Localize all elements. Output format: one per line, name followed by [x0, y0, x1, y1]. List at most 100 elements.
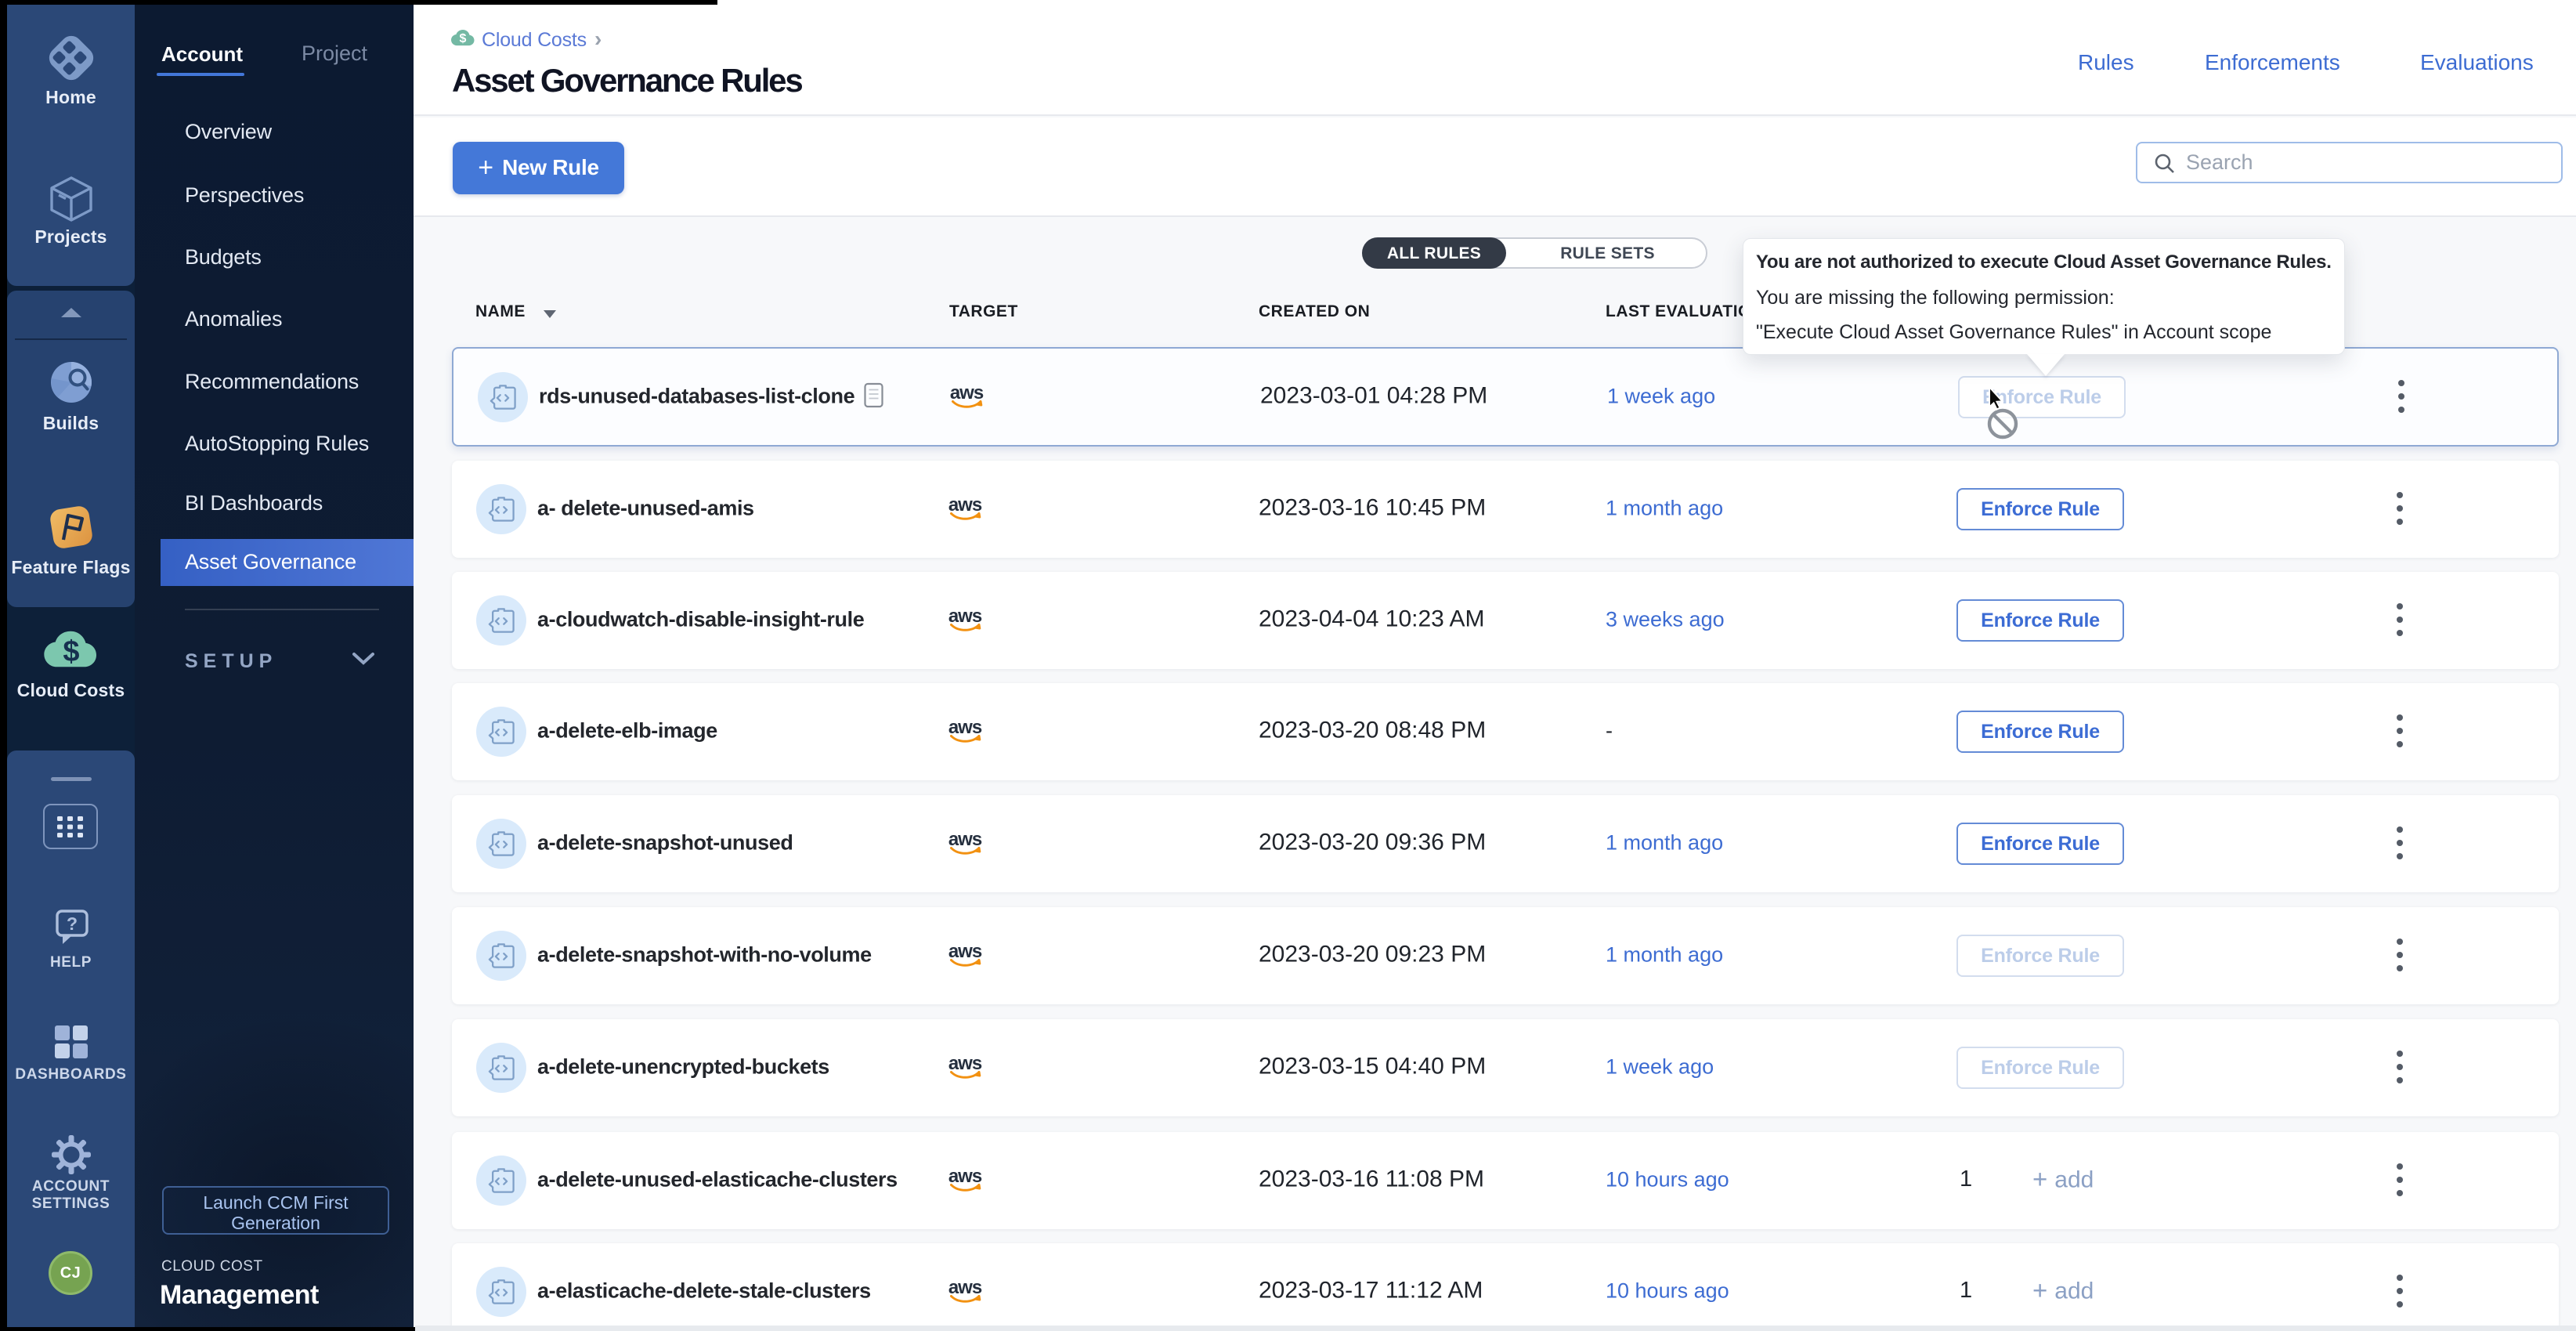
- nav-account-settings-label2: SETTINGS: [7, 1195, 135, 1213]
- kebab-dot-icon: [2397, 1163, 2403, 1170]
- rule-icon: [476, 1156, 526, 1206]
- breadcrumb-cloud-costs[interactable]: Cloud Costs: [482, 29, 587, 52]
- sidebar-item-overview[interactable]: Overview: [185, 120, 272, 144]
- module-grid-button[interactable]: [43, 804, 98, 849]
- last-evaluation-link[interactable]: 1 month ago: [1606, 942, 1723, 967]
- rule-name[interactable]: a-elasticache-delete-stale-clusters: [537, 1279, 871, 1303]
- breadcrumb-chevron-icon: ›: [594, 27, 602, 52]
- last-evaluation-link[interactable]: 10 hours ago: [1606, 1167, 1729, 1192]
- nav-enforcements[interactable]: Enforcements: [2205, 50, 2340, 75]
- search-box: [2136, 142, 2563, 183]
- search-input[interactable]: [2186, 145, 2546, 180]
- kebab-dot-icon: [2397, 952, 2403, 958]
- row-menu-button[interactable]: [2391, 1051, 2408, 1085]
- plus-icon: +: [2032, 1275, 2047, 1304]
- sidebar-item-bi-dashboards[interactable]: BI Dashboards: [185, 491, 323, 515]
- enforce-rule-button[interactable]: Enforce Rule: [1956, 488, 2124, 530]
- last-evaluation-link[interactable]: 3 weeks ago: [1606, 607, 1725, 631]
- setup-chevron-down-icon[interactable]: [351, 651, 376, 671]
- toggle-all-rules[interactable]: ALL RULES: [1362, 237, 1506, 269]
- last-evaluation-link[interactable]: 10 hours ago: [1606, 1279, 1729, 1303]
- table-row[interactable]: a-cloudwatch-disable-insight-ruleaws2023…: [452, 572, 2559, 669]
- rail-drag-handle[interactable]: [51, 777, 92, 781]
- enforce-rule-button[interactable]: Enforce Rule: [1956, 599, 2124, 642]
- new-rule-button[interactable]: +New Rule: [453, 142, 624, 194]
- last-evaluation-link[interactable]: 1 week ago: [1607, 384, 1715, 408]
- svg-text:aws: aws: [948, 1053, 982, 1074]
- table-row[interactable]: a-elasticache-delete-stale-clustersaws20…: [452, 1243, 2559, 1331]
- last-evaluation-link[interactable]: -: [1606, 718, 1613, 743]
- toggle-rule-sets[interactable]: RULE SETS: [1506, 239, 1709, 267]
- sidebar-setup[interactable]: SETUP: [185, 650, 277, 673]
- last-evaluation-link[interactable]: 1 month ago: [1606, 496, 1723, 520]
- table-row[interactable]: a-delete-unencrypted-bucketsaws2023-03-1…: [452, 1019, 2559, 1116]
- nav-account-settings[interactable]: ACCOUNT SETTINGS: [7, 1134, 135, 1213]
- launch-ccm-first-gen-button[interactable]: Launch CCM First Generation: [162, 1186, 389, 1235]
- table-row[interactable]: a-delete-unused-elasticache-clustersaws2…: [452, 1132, 2559, 1229]
- row-menu-button[interactable]: [2391, 603, 2408, 638]
- nav-evaluations[interactable]: Evaluations: [2420, 50, 2534, 75]
- kebab-dot-icon: [2397, 492, 2403, 498]
- table-row[interactable]: a- delete-unused-amisaws2023-03-16 10:45…: [452, 461, 2559, 558]
- last-evaluation-link[interactable]: 1 month ago: [1606, 830, 1723, 855]
- harness-logo-icon: [42, 29, 100, 87]
- table-row[interactable]: rds-unused-databases-list-cloneaws2023-0…: [452, 347, 2559, 447]
- copy-icon[interactable]: [863, 382, 884, 412]
- rule-name[interactable]: a-delete-snapshot-unused: [537, 830, 793, 855]
- rule-name[interactable]: a-delete-snapshot-with-no-volume: [537, 942, 872, 967]
- nav-builds[interactable]: Builds: [7, 358, 135, 434]
- table-row[interactable]: a-delete-elb-imageaws2023-03-20 08:48 PM…: [452, 683, 2559, 780]
- nav-rules[interactable]: Rules: [2078, 50, 2134, 75]
- row-menu-button[interactable]: [2391, 939, 2408, 973]
- rule-name[interactable]: a-delete-unused-elasticache-clusters: [537, 1167, 898, 1192]
- row-menu-button[interactable]: [2391, 1275, 2408, 1309]
- svg-text:aws: aws: [948, 941, 982, 962]
- rule-name[interactable]: a-cloudwatch-disable-insight-rule: [537, 607, 864, 631]
- kebab-dot-icon: [2397, 1177, 2403, 1183]
- tab-account[interactable]: Account: [161, 42, 243, 67]
- permission-tooltip: You are not authorized to execute Cloud …: [1743, 238, 2345, 355]
- nav-cloud-costs[interactable]: $ Cloud Costs: [7, 627, 135, 701]
- row-menu-button[interactable]: [2393, 380, 2410, 414]
- add-enforcement-link[interactable]: +add: [2032, 1164, 2094, 1194]
- launch-button-line2: Generation: [164, 1213, 388, 1233]
- rule-name[interactable]: a- delete-unused-amis: [537, 496, 754, 520]
- sidebar-item-anomalies[interactable]: Anomalies: [185, 307, 282, 331]
- enforce-rule-button[interactable]: Enforce Rule: [1956, 1047, 2124, 1089]
- screen-edge-top: [0, 0, 717, 5]
- tab-project[interactable]: Project: [302, 42, 367, 66]
- rule-name[interactable]: a-delete-unencrypted-buckets: [537, 1054, 829, 1079]
- nav-feature-flags[interactable]: Feature Flags: [7, 502, 135, 578]
- rule-name[interactable]: a-delete-elb-image: [537, 718, 717, 743]
- sidebar-item-perspectives[interactable]: Perspectives: [185, 183, 304, 208]
- add-enforcement-link[interactable]: +add: [2032, 1275, 2094, 1305]
- enforce-rule-button[interactable]: Enforce Rule: [1956, 935, 2124, 977]
- sidebar-item-asset-governance[interactable]: Asset Governance: [161, 539, 414, 586]
- sidebar-item-autostopping-rules[interactable]: AutoStopping Rules: [185, 432, 369, 456]
- row-menu-button[interactable]: [2391, 1163, 2408, 1198]
- nav-home[interactable]: Home: [7, 29, 135, 108]
- collapse-chevron-icon[interactable]: [7, 305, 135, 320]
- row-menu-button[interactable]: [2391, 714, 2408, 749]
- table-row[interactable]: a-delete-snapshot-unusedaws2023-03-20 09…: [452, 795, 2559, 892]
- row-menu-button[interactable]: [2391, 826, 2408, 861]
- add-label: add: [2054, 1166, 2094, 1192]
- kebab-dot-icon: [2397, 617, 2403, 623]
- nav-help[interactable]: ? HELP: [7, 909, 135, 971]
- rule-name[interactable]: rds-unused-databases-list-clone: [539, 384, 854, 408]
- kebab-dot-icon: [2397, 939, 2403, 945]
- row-menu-button[interactable]: [2391, 492, 2408, 526]
- last-evaluation-link[interactable]: 1 week ago: [1606, 1054, 1714, 1079]
- screen-edge-left: [0, 0, 7, 1331]
- enforce-rule-button[interactable]: Enforce Rule: [1956, 823, 2124, 865]
- nav-dashboards[interactable]: DASHBOARDS: [7, 1022, 135, 1083]
- nav-projects[interactable]: Projects: [7, 175, 135, 248]
- table-row[interactable]: a-delete-snapshot-with-no-volumeaws2023-…: [452, 907, 2559, 1004]
- user-avatar[interactable]: CJ: [49, 1251, 92, 1295]
- sidebar-item-recommendations[interactable]: Recommendations: [185, 370, 359, 394]
- sort-caret-icon[interactable]: [544, 310, 556, 318]
- column-header-name[interactable]: NAME: [475, 302, 526, 321]
- enforce-rule-button[interactable]: Enforce Rule: [1956, 711, 2124, 753]
- kebab-dot-icon: [2397, 603, 2403, 609]
- sidebar-item-budgets[interactable]: Budgets: [185, 245, 262, 269]
